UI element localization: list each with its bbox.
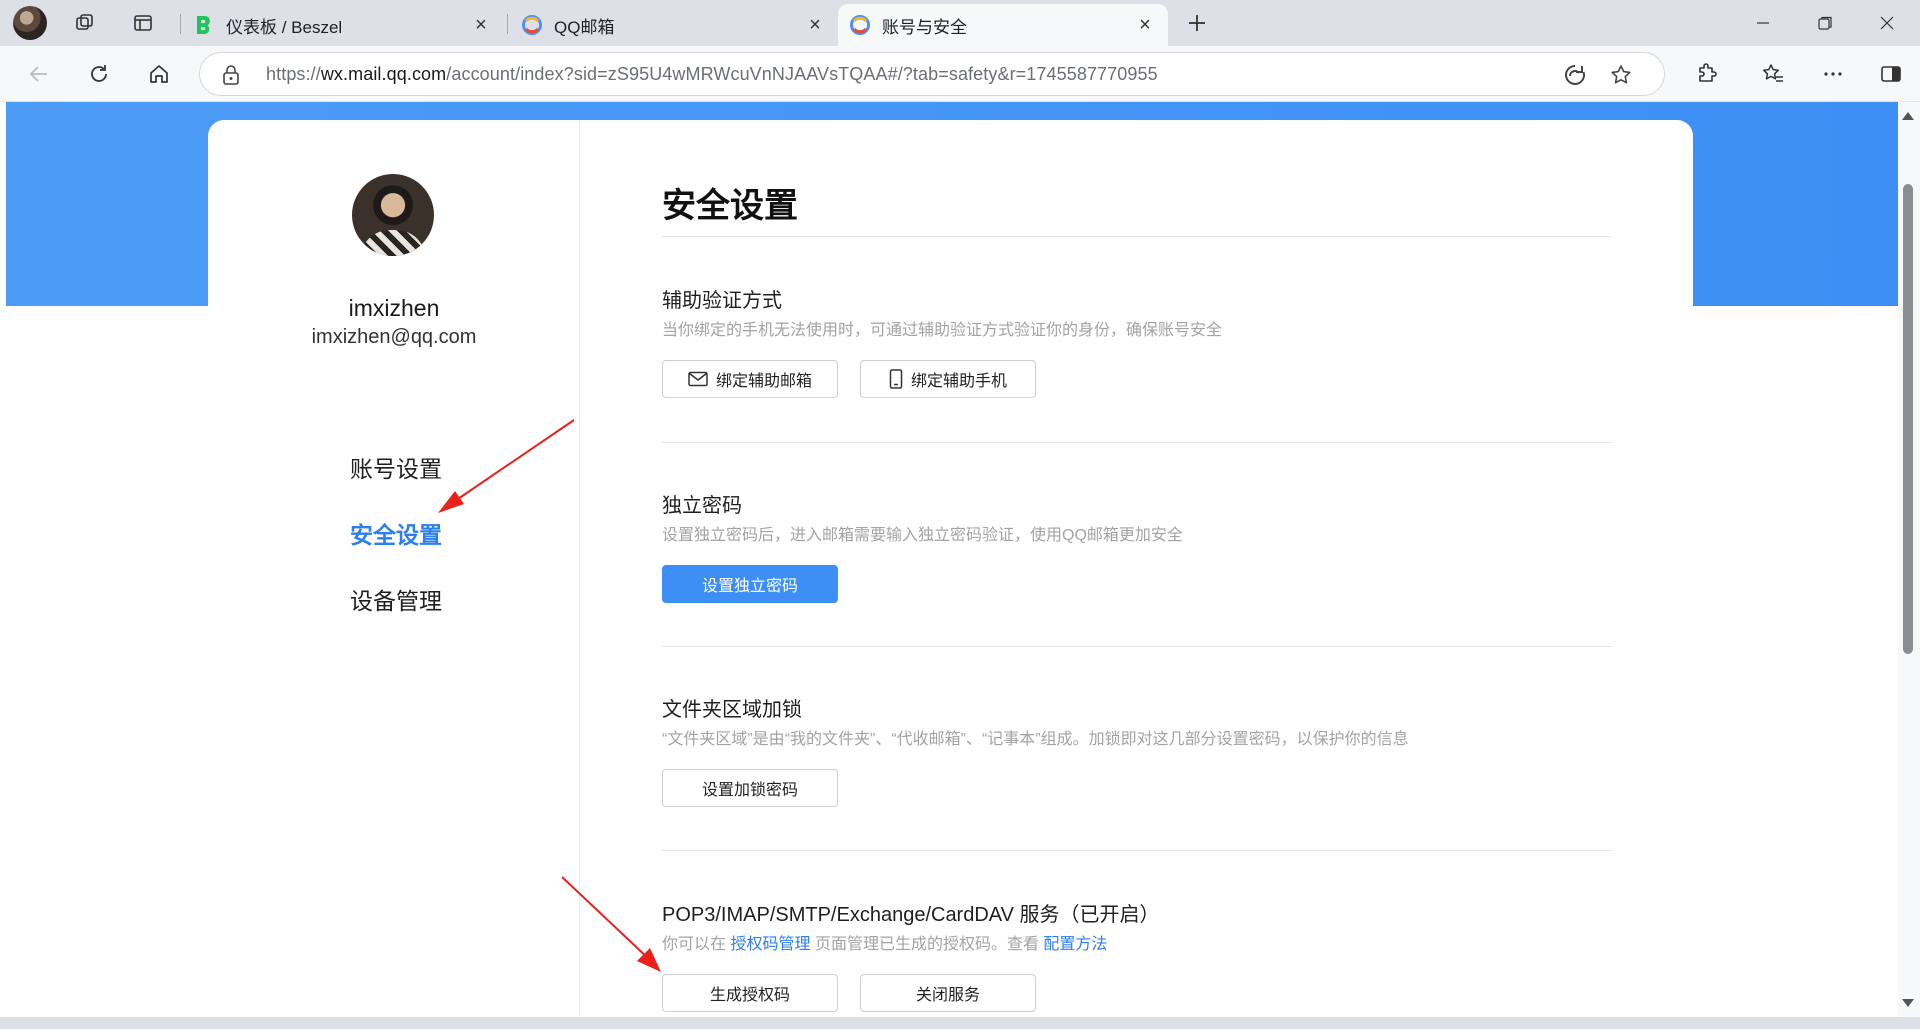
scroll-down-icon[interactable] bbox=[1902, 999, 1914, 1007]
tab-title: QQ邮箱 bbox=[554, 17, 615, 37]
close-tab-icon[interactable]: × bbox=[1134, 14, 1156, 36]
address-bar[interactable]: https://wx.mail.qq.com/account/index?sid… bbox=[199, 52, 1665, 96]
close-tab-icon[interactable]: × bbox=[470, 14, 492, 36]
url-text[interactable]: https://wx.mail.qq.com/account/index?sid… bbox=[266, 64, 1158, 85]
username: imxizhen bbox=[348, 295, 440, 321]
beszel-icon bbox=[194, 15, 214, 35]
divider bbox=[662, 646, 1612, 647]
home-icon[interactable] bbox=[140, 55, 178, 93]
lock-icon[interactable] bbox=[222, 64, 240, 91]
nav-account-settings[interactable]: 账号设置 bbox=[350, 450, 442, 484]
section-title-aux-verify: 辅助验证方式 bbox=[662, 290, 782, 312]
tab-title: 仪表板 / Beszel bbox=[226, 17, 343, 37]
close-service-button[interactable]: 关闭服务 bbox=[860, 974, 1036, 1012]
section-desc-independent-password: 设置独立密码后，进入邮箱需要输入独立密码验证，使用QQ邮箱更加安全 bbox=[662, 527, 1183, 544]
bind-aux-phone-label: 绑定辅助手机 bbox=[910, 373, 1007, 390]
tab-divider bbox=[180, 14, 181, 34]
tab-title: 账号与安全 bbox=[882, 17, 967, 37]
settings-card: imxizhen imxizhen@qq.com 账号设置 安全设置 设备管理 … bbox=[208, 120, 1693, 1017]
close-window-icon[interactable] bbox=[1856, 0, 1918, 46]
set-independent-password-button[interactable]: 设置独立密码 bbox=[662, 565, 838, 603]
divider bbox=[662, 236, 1612, 237]
more-menu-icon[interactable] bbox=[1814, 55, 1852, 93]
page-viewport: imxizhen imxizhen@qq.com 账号设置 安全设置 设备管理 … bbox=[6, 102, 1898, 1017]
auth-code-management-link[interactable]: 授权码管理 bbox=[730, 936, 810, 953]
divider bbox=[662, 442, 1612, 443]
back-icon[interactable] bbox=[20, 55, 58, 93]
config-method-link[interactable]: 配置方法 bbox=[1043, 936, 1107, 953]
sidebar-toggle-icon[interactable] bbox=[1872, 55, 1910, 93]
user-email: imxizhen@qq.com bbox=[311, 326, 477, 348]
section-desc-aux-verify: 当你绑定的手机无法使用时，可通过辅助验证方式验证你的身份，确保账号安全 bbox=[662, 322, 1223, 339]
minimize-icon[interactable] bbox=[1732, 0, 1794, 46]
section-title-independent-password: 独立密码 bbox=[662, 495, 742, 517]
account-sidebar: imxizhen imxizhen@qq.com 账号设置 安全设置 设备管理 bbox=[208, 120, 580, 1017]
section-title-folder-lock: 文件夹区域加锁 bbox=[662, 699, 802, 721]
tab-divider bbox=[507, 14, 508, 34]
extensions-icon[interactable] bbox=[1688, 55, 1726, 93]
close-tab-icon[interactable]: × bbox=[804, 14, 826, 36]
window-bottom-edge bbox=[0, 1017, 1920, 1029]
scroll-up-icon[interactable] bbox=[1902, 112, 1914, 120]
section-desc-mail-protocols: 你可以在 授权码管理 页面管理已生成的授权码。查看 配置方法 bbox=[662, 936, 1108, 953]
profile-avatar[interactable] bbox=[13, 6, 47, 40]
mail-icon bbox=[688, 371, 708, 387]
refresh-icon[interactable] bbox=[80, 55, 118, 93]
section-desc-folder-lock: “文件夹区域”是由“我的文件夹”、“代收邮箱”、“记事本”组成。加锁即对这几部分… bbox=[662, 731, 1409, 748]
browser-toolbar: https://wx.mail.qq.com/account/index?sid… bbox=[0, 46, 1920, 102]
phone-icon bbox=[889, 369, 903, 389]
set-lock-password-button[interactable]: 设置加锁密码 bbox=[662, 769, 838, 807]
bind-aux-email-label: 绑定辅助邮箱 bbox=[715, 373, 812, 390]
qqmail-icon bbox=[522, 15, 542, 35]
tab-beszel[interactable]: 仪表板 / Beszel × bbox=[182, 4, 504, 46]
divider bbox=[662, 850, 1612, 851]
app-available-icon[interactable] bbox=[1562, 62, 1588, 88]
qqmail-icon bbox=[850, 15, 870, 35]
bind-aux-phone-button[interactable]: 绑定辅助手机 bbox=[860, 360, 1036, 398]
restore-icon[interactable] bbox=[1794, 0, 1856, 46]
new-tab-icon[interactable] bbox=[1180, 7, 1214, 39]
tab-qqmail[interactable]: QQ邮箱 × bbox=[510, 4, 838, 46]
generate-auth-code-button[interactable]: 生成授权码 bbox=[662, 974, 838, 1012]
user-avatar[interactable] bbox=[352, 174, 434, 256]
favorite-star-icon[interactable] bbox=[1608, 62, 1634, 88]
section-title-mail-protocols: POP3/IMAP/SMTP/Exchange/CardDAV 服务（已开启） bbox=[662, 904, 1160, 926]
nav-device-management[interactable]: 设备管理 bbox=[350, 582, 442, 616]
vertical-tabs-icon[interactable] bbox=[126, 7, 160, 39]
page-scrollbar[interactable] bbox=[1898, 102, 1920, 1017]
tab-strip: 仪表板 / Beszel × QQ邮箱 × 账号与安全 × bbox=[0, 0, 1920, 46]
workspaces-icon[interactable] bbox=[68, 7, 102, 39]
tab-account-security[interactable]: 账号与安全 × bbox=[838, 4, 1168, 46]
page-title: 安全设置 bbox=[662, 187, 798, 225]
nav-security-settings[interactable]: 安全设置 bbox=[350, 516, 442, 550]
scroll-thumb[interactable] bbox=[1903, 184, 1913, 654]
bind-aux-email-button[interactable]: 绑定辅助邮箱 bbox=[662, 360, 838, 398]
favorites-icon[interactable] bbox=[1754, 55, 1792, 93]
